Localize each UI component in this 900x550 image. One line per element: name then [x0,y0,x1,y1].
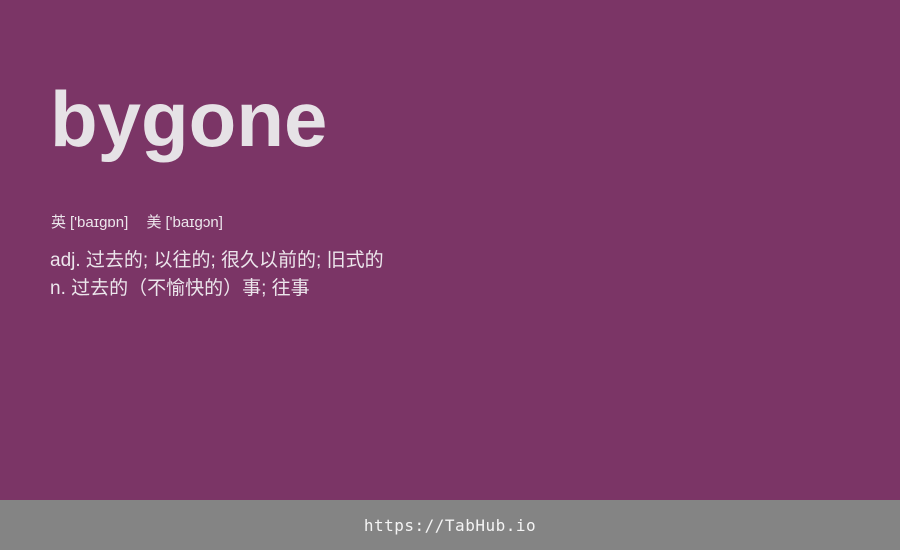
headword: bygone [50,75,328,163]
definition-noun: n. 过去的（不愉快的）事; 往事 [50,278,310,299]
phonetic-us-label: 美 [146,214,162,231]
word-card: bygone 英 ['baɪɡɒn] 美 ['baɪɡɔn] adj. 过去的; 以… [0,0,900,500]
phonetics-row: 英 ['baɪɡɒn] 美 ['baɪɡɔn] [51,213,237,233]
phonetic-uk-ipa: ['baɪɡɒn] [70,214,129,231]
definition-adj: adj. 过去的; 以往的; 很久以前的; 旧式的 [50,250,384,271]
definitions: adj. 过去的; 以往的; 很久以前的; 旧式的 n. 过去的（不愉快的）事;… [50,247,384,303]
phonetic-us: 美 ['baɪɡɔn] [146,213,222,233]
phonetic-uk: 英 ['baɪɡɒn] [51,213,128,233]
tabhub-link[interactable]: https://TabHub.io [364,516,536,535]
footer-bar: https://TabHub.io [0,500,900,550]
phonetic-us-ipa: ['baɪɡɔn] [165,214,223,231]
phonetic-uk-label: 英 [51,214,67,231]
